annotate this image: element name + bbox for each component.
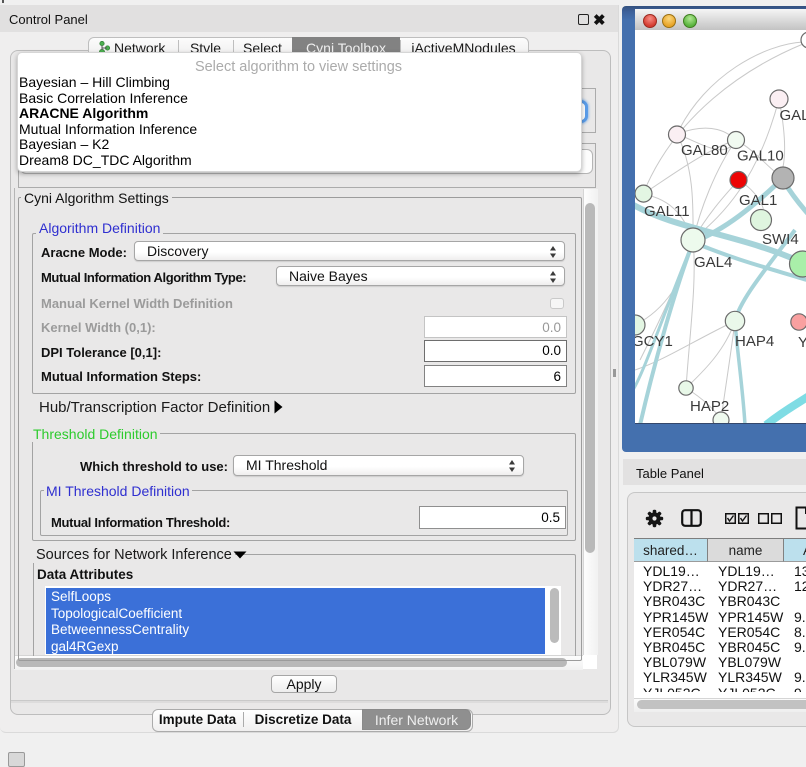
svg-text:SWI4: SWI4 [762, 231, 799, 248]
svg-text:HAP4: HAP4 [735, 333, 774, 350]
svg-text:HAP2: HAP2 [690, 398, 729, 415]
svg-text:GAL10: GAL10 [737, 148, 784, 165]
svg-text:GAL80: GAL80 [681, 142, 728, 159]
svg-text:Y: Y [798, 334, 806, 351]
svg-text:GAL1: GAL1 [739, 192, 777, 209]
svg-text:GAL4: GAL4 [694, 254, 732, 271]
svg-text:GAL11: GAL11 [644, 203, 690, 220]
svg-text:GAL: GAL [780, 107, 806, 124]
svg-text:GCY1: GCY1 [635, 333, 673, 350]
